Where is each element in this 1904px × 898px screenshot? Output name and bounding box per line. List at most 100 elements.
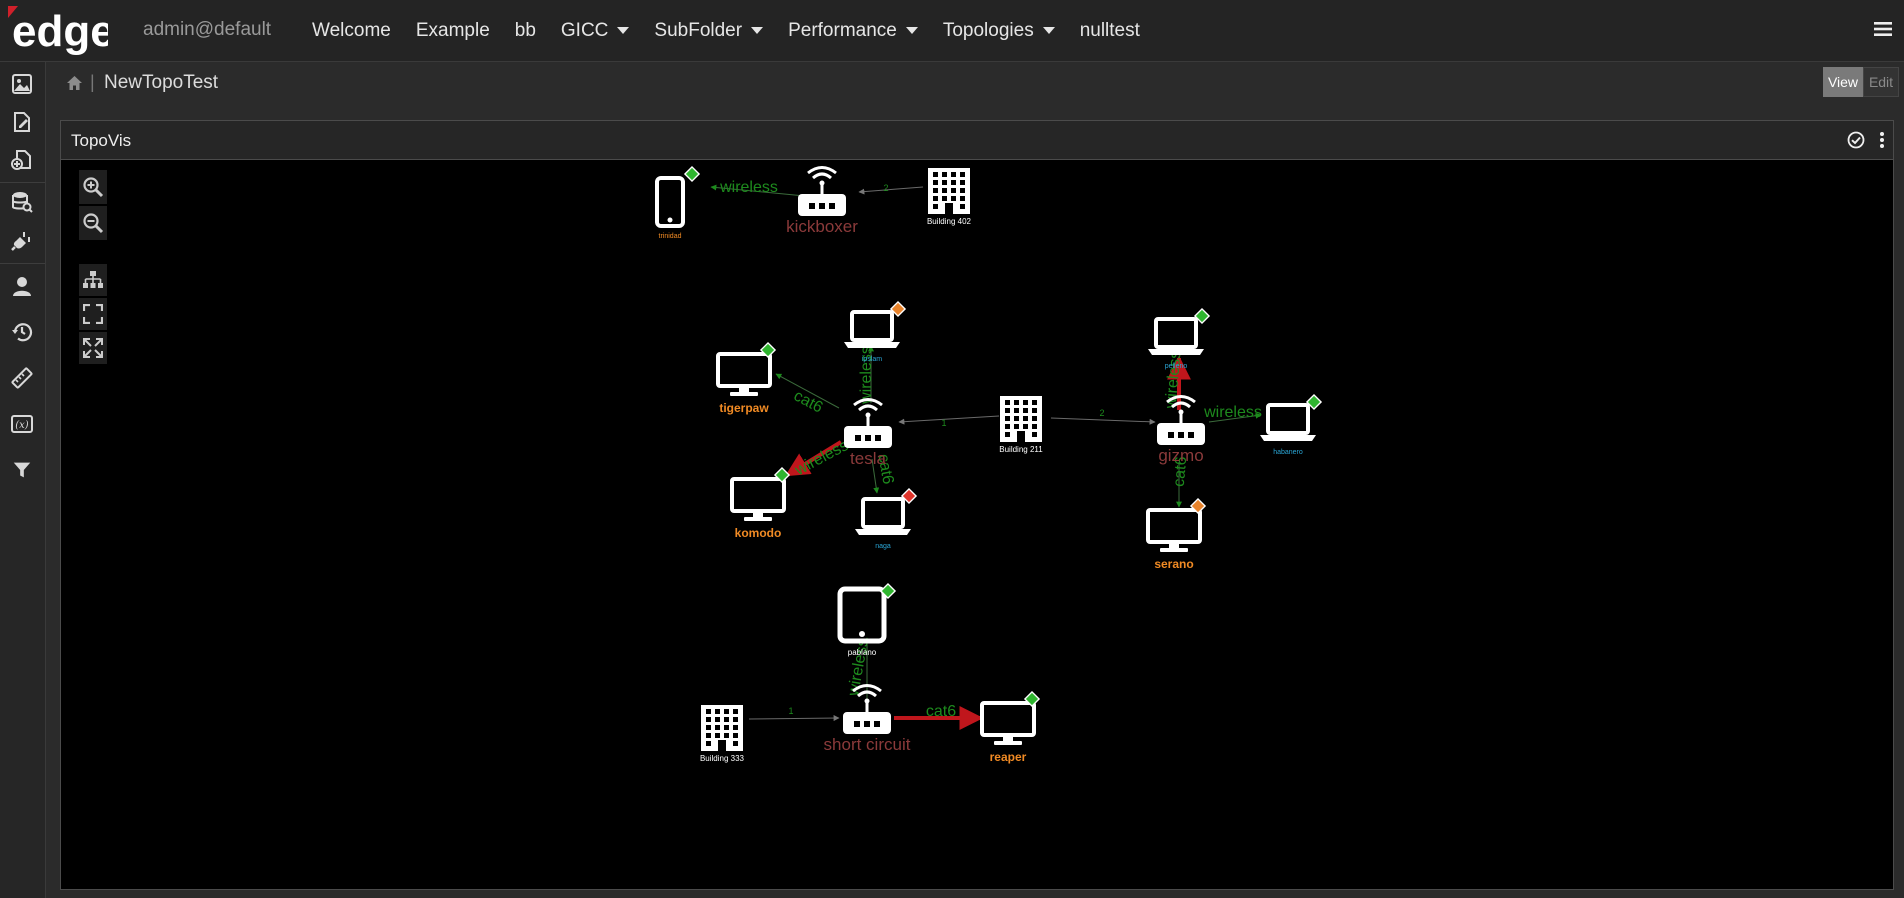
desktop-icon <box>730 477 786 521</box>
menu-item-example[interactable]: Example <box>416 20 490 42</box>
home-icon[interactable] <box>66 75 83 92</box>
desktop-icon <box>1146 508 1202 552</box>
menu-item-welcome[interactable]: Welcome <box>312 20 391 42</box>
function-icon[interactable]: (x) <box>8 410 36 438</box>
sitemap-icon <box>83 271 103 288</box>
topovis-panel: TopoVis wireless 2 cat6 wireless 1 wireless ca… <box>60 120 1894 890</box>
add-document-icon[interactable] <box>8 146 36 174</box>
topology-link[interactable]: wireless <box>1203 404 1262 423</box>
image-icon[interactable] <box>8 70 36 98</box>
zoom-out-icon <box>83 213 104 234</box>
link-label: 2 <box>883 183 888 193</box>
link-label: wireless <box>1162 350 1184 410</box>
topology-link[interactable]: 1 <box>748 706 840 722</box>
fit-view-button[interactable] <box>79 298 107 330</box>
menu-item-performance[interactable]: Performance <box>788 20 918 42</box>
phone-icon <box>655 176 685 228</box>
building-icon <box>928 168 970 214</box>
edit-mode-button[interactable]: Edit <box>1863 67 1899 97</box>
device-node-trinidad[interactable]: trinidad <box>655 165 701 240</box>
topology-link[interactable]: wireless <box>710 179 806 197</box>
device-node-tigerpaw[interactable]: tigerpaw <box>716 341 777 415</box>
device-label: Building 211 <box>999 445 1043 454</box>
laptop-icon <box>844 310 900 348</box>
device-label: serano <box>1154 557 1193 571</box>
menu-item-label: Performance <box>788 19 897 41</box>
device-label: Building 333 <box>700 754 745 763</box>
topology-link[interactable]: 2 <box>858 183 924 195</box>
link-label: 2 <box>1099 408 1104 418</box>
device-label: kickboxer <box>786 217 858 236</box>
device-node-serano[interactable]: serano <box>1146 497 1207 571</box>
device-node-komodo[interactable]: komodo <box>730 466 791 540</box>
topology-link[interactable]: cat6 <box>894 703 984 730</box>
menu-item-label: Welcome <box>312 19 391 41</box>
plug-icon[interactable] <box>8 227 36 255</box>
view-mode-button[interactable]: View <box>1823 67 1863 97</box>
filter-icon[interactable] <box>8 456 36 484</box>
user-icon[interactable] <box>8 272 36 300</box>
topology-canvas[interactable]: wireless 2 cat6 wireless 1 wireless cat6 2 wirel… <box>61 160 1893 889</box>
topology-link[interactable]: 2 <box>1050 408 1156 425</box>
check-circle-icon[interactable] <box>1847 131 1865 149</box>
menu-item-gicc[interactable]: GICC <box>561 20 630 42</box>
device-node-building402[interactable]: Building 402 <box>927 168 972 226</box>
database-search-icon[interactable] <box>8 188 36 216</box>
panel-title: TopoVis <box>71 131 132 150</box>
menu-item-nulltest[interactable]: nulltest <box>1080 20 1140 42</box>
desktop-icon <box>980 701 1036 745</box>
left-sidebar: (x) <box>0 62 46 898</box>
topology-link[interactable]: wireless <box>784 437 851 480</box>
desktop-icon <box>716 352 772 396</box>
device-node-habanero[interactable]: habanero <box>1260 393 1323 456</box>
link-label: cat6 <box>791 387 826 416</box>
caret-down-icon <box>905 27 918 34</box>
page-title: NewTopoTest <box>104 72 219 93</box>
fit-screen-icon <box>83 304 103 324</box>
router-icon <box>844 398 892 448</box>
zoom-out-button[interactable] <box>79 206 107 240</box>
top-navbar: edge admin@default Welcome Example bb GICC S… <box>0 0 1904 62</box>
menu-item-label: Example <box>415 19 490 41</box>
device-label: komodo <box>735 526 782 540</box>
edge-logo[interactable]: edge <box>6 4 108 56</box>
topology-link[interactable]: cat6 <box>775 373 840 417</box>
edit-document-icon[interactable] <box>8 108 36 136</box>
menu-item-bb[interactable]: bb <box>515 20 536 42</box>
kebab-menu-icon[interactable] <box>1879 131 1885 149</box>
status-badge <box>683 165 701 183</box>
building-icon <box>701 705 743 751</box>
device-node-tesla[interactable]: tesla <box>844 398 892 469</box>
menu-item-label: SubFolder <box>654 19 743 41</box>
link-label: cat6 <box>926 703 956 720</box>
expand-button[interactable] <box>79 332 107 364</box>
user-account[interactable]: admin@default <box>143 19 271 41</box>
menu-item-topologies[interactable]: Topologies <box>943 20 1055 42</box>
topology-link[interactable]: 1 <box>898 415 1000 428</box>
device-label: gizmo <box>1158 446 1203 465</box>
hamburger-menu-icon[interactable] <box>1874 20 1892 38</box>
device-label: ipslam <box>862 356 882 363</box>
history-icon[interactable] <box>8 318 36 346</box>
menu-item-label: GICC <box>560 19 609 41</box>
device-node-kickboxer[interactable]: kickboxer <box>786 166 858 237</box>
laptop-icon <box>855 497 911 535</box>
device-node-building333[interactable]: Building 333 <box>700 705 745 763</box>
device-node-reaper[interactable]: reaper <box>980 690 1041 764</box>
topology-graph[interactable]: wireless 2 cat6 wireless 1 wireless cat6 2 wirel… <box>61 160 1893 889</box>
menu-item-subfolder[interactable]: SubFolder <box>654 19 764 42</box>
hierarchy-layout-button[interactable] <box>79 264 107 296</box>
zoom-in-button[interactable] <box>79 170 107 204</box>
device-label: tesla <box>850 449 886 468</box>
topology-link[interactable]: wireless <box>1162 350 1191 410</box>
ruler-icon[interactable] <box>8 364 36 392</box>
device-node-building211[interactable]: Building 211 <box>999 396 1043 454</box>
device-label: Building 402 <box>927 217 972 226</box>
main-menu: Welcome Example bb GICC SubFolder Performance… <box>312 0 1165 61</box>
device-node-naga[interactable]: naga <box>855 487 918 550</box>
topology-link[interactable]: wireless <box>858 345 875 405</box>
device-label: pablano <box>848 648 877 657</box>
laptop-icon <box>1148 317 1204 355</box>
device-label: pelleno <box>1165 363 1188 370</box>
menu-item-label: nulltest <box>1079 19 1140 41</box>
